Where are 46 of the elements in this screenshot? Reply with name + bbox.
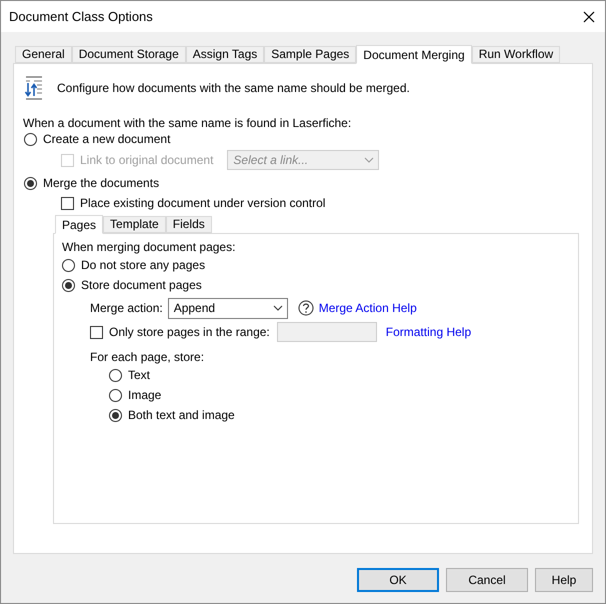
close-icon[interactable] — [583, 10, 595, 22]
radio-button[interactable] — [62, 278, 75, 292]
radio-label: Text — [128, 367, 150, 384]
radio-label: Create a new document — [43, 131, 170, 148]
radio-label: Store document pages — [81, 277, 202, 294]
window-title: Document Class Options — [9, 8, 153, 26]
checkbox-label: Link to original document — [80, 152, 214, 169]
caret-icon — [272, 305, 283, 311]
checkbox-label: Only store pages in the range: — [109, 324, 270, 341]
help-link[interactable]: Formatting Help — [386, 323, 472, 341]
description-text: Configure how documents with the same name should be merged. — [57, 80, 410, 97]
radio-button[interactable] — [109, 408, 122, 422]
help-icon — [298, 300, 314, 316]
caret-icon — [364, 157, 374, 163]
radio-label: Image — [128, 387, 162, 404]
tab[interactable]: General — [15, 46, 72, 63]
radio-label: Do not store any pages — [81, 257, 206, 274]
dialog-button[interactable]: OK — [357, 568, 439, 592]
radio-button[interactable] — [109, 388, 122, 402]
tab[interactable]: Assign Tags — [186, 46, 264, 63]
tab[interactable]: Fields — [166, 216, 212, 233]
radio-button[interactable] — [62, 258, 75, 272]
checkbox-label: Place existing document under version control — [80, 195, 326, 212]
radio-button[interactable] — [24, 176, 37, 190]
tab[interactable]: Document Merging — [356, 45, 472, 64]
radio-label: Both text and image — [128, 407, 235, 424]
tab[interactable]: Run Workflow — [472, 46, 560, 63]
radio-button[interactable] — [24, 132, 37, 146]
question-text: When a document with the same name is found in Laserfiche: — [23, 115, 352, 130]
tab[interactable]: Sample Pages — [264, 46, 356, 63]
list-sort-icon — [23, 75, 45, 101]
merge-action-label: Merge action: — [90, 300, 163, 317]
pages-prompt: When merging document pages: — [62, 239, 236, 254]
radio-button[interactable] — [109, 368, 122, 382]
store-prompt: For each page, store: — [90, 349, 206, 364]
dialog-button[interactable]: Cancel — [446, 568, 528, 592]
merge-action-dropdown[interactable]: Append — [168, 298, 288, 318]
checkbox[interactable] — [90, 326, 103, 338]
range-field[interactable] — [276, 322, 377, 342]
help-link[interactable]: Merge Action Help — [318, 299, 417, 317]
tab[interactable]: Pages — [55, 215, 104, 234]
tab[interactable]: Document Storage — [72, 46, 186, 63]
tab[interactable]: Template — [103, 216, 166, 233]
radio-label: Merge the documents — [43, 175, 160, 192]
checkbox[interactable] — [61, 196, 74, 210]
dialog-button[interactable]: Help — [535, 568, 593, 592]
